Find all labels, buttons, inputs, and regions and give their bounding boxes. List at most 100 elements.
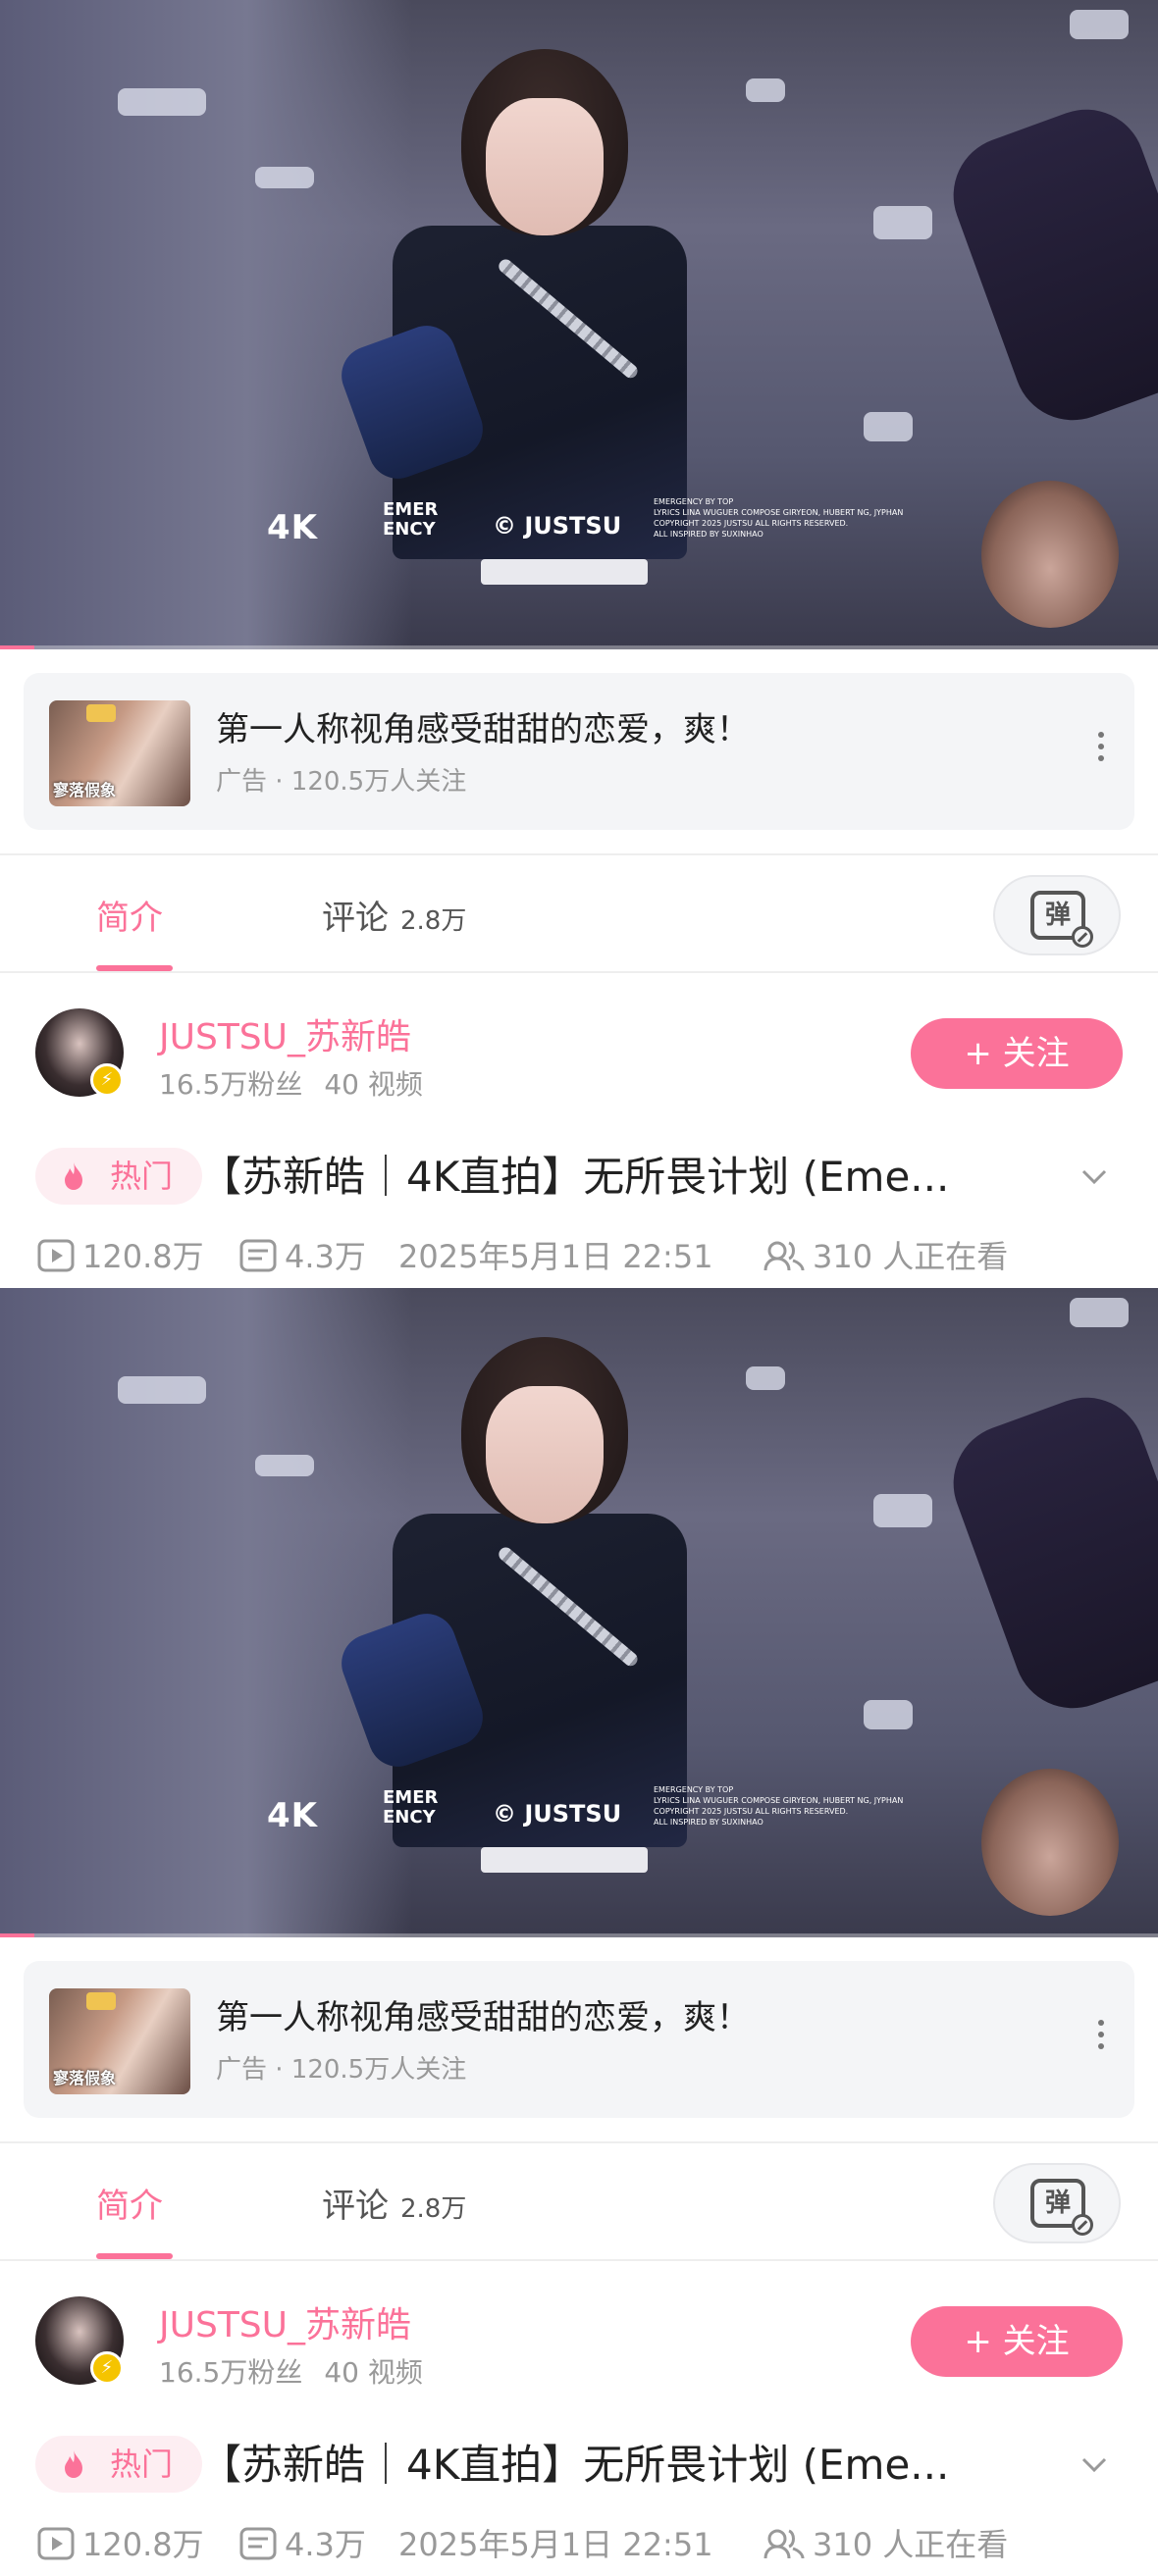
tab-comments-count: 2.8万 <box>400 906 467 936</box>
video-quality-watermark: 4K <box>267 508 319 547</box>
screen-2: 4K EMER ENCY © JUSTSU EMERGENCY BY TOP L… <box>0 1288 1158 2576</box>
uploader-fans: 16.5万粉丝 <box>159 2356 303 2389</box>
tab-bar: 简介 评论 2.8万 弹 <box>0 855 1158 971</box>
video-title[interactable]: 【苏新皓｜4K直拍】无所畏计划 (Eme... <box>200 2432 1025 2492</box>
video-progress-bar[interactable] <box>0 1933 1158 1937</box>
ad-thumb-text: 寥落假象 <box>53 2069 117 2087</box>
ad-thumb-badge <box>86 704 116 722</box>
tab-comments[interactable]: 评论 2.8万 <box>322 891 466 939</box>
ad-card[interactable]: 寥落假象 第一人称视角感受甜甜的恋爱，爽！ 广告 · 120.5万人关注 <box>24 673 1134 830</box>
danmaku-toggle-button[interactable]: 弹 <box>993 875 1121 955</box>
channel-logo-watermark: © JUSTSU <box>493 1800 622 1828</box>
uploader-videos: 40 视频 <box>324 2356 423 2389</box>
performer-belt <box>481 1847 648 1873</box>
stage-light <box>746 78 785 102</box>
video-player[interactable]: 4K EMER ENCY © JUSTSU EMERGENCY BY TOP L… <box>0 1288 1158 1937</box>
video-title[interactable]: 【苏新皓｜4K直拍】无所畏计划 (Eme... <box>200 1144 1025 1204</box>
uploader-stats: 16.5万粉丝 40 视频 <box>159 2351 423 2391</box>
stage-light <box>746 1366 785 1390</box>
hot-tag[interactable]: 热门 <box>35 1148 202 1205</box>
verified-badge-icon: ⚡ <box>90 1063 124 1097</box>
uploader-name[interactable]: JUSTSU_苏新皓 <box>159 2296 411 2347</box>
stage-light <box>1070 10 1129 39</box>
video-player[interactable]: 4K EMER ENCY © JUSTSU EMERGENCY BY TOP L… <box>0 0 1158 649</box>
tab-intro[interactable]: 简介 <box>96 891 163 939</box>
video-quality-watermark: 4K <box>267 1796 319 1835</box>
performer-face <box>486 98 604 235</box>
danmaku-off-icon: 弹 <box>1030 2179 1093 2236</box>
ad-title: 第一人称视角感受甜甜的恋爱，爽！ <box>216 710 750 749</box>
video-progress-fill <box>0 645 35 649</box>
viewers-icon <box>763 1241 805 1271</box>
performer-belt <box>481 559 648 585</box>
danmaku-icon <box>239 1239 277 1272</box>
uploader-name[interactable]: JUSTSU_苏新皓 <box>159 1008 411 1059</box>
stats-row: 120.8万 4.3万 2025年5月1日 22:51 310 人正在看 <box>0 2514 1158 2569</box>
title-row: 热门 【苏新皓｜4K直拍】无所畏计划 (Eme... <box>0 2426 1158 2504</box>
hot-label: 热门 <box>110 2446 174 2483</box>
more-options-icon[interactable] <box>1095 732 1107 771</box>
stage-light <box>255 167 314 188</box>
ad-thumbnail: 寥落假象 <box>49 700 190 806</box>
ad-meta: 广告 · 120.5万人关注 <box>216 2055 467 2085</box>
divider <box>0 2259 1158 2261</box>
watching-count: 310 人正在看 <box>763 1232 1008 1277</box>
danmaku-toggle-button[interactable]: 弹 <box>993 2163 1121 2243</box>
publish-date: 2025年5月1日 22:51 <box>398 2526 713 2563</box>
background-dancer-face <box>981 481 1119 628</box>
channel-logo-watermark: © JUSTSU <box>493 512 622 540</box>
stage-light <box>864 412 913 441</box>
uploader-row: ⚡ JUSTSU_苏新皓 16.5万粉丝 40 视频 + 关注 <box>0 989 1158 1107</box>
performer-figure <box>333 39 726 649</box>
title-row: 热门 【苏新皓｜4K直拍】无所畏计划 (Eme... <box>0 1138 1158 1216</box>
follow-button[interactable]: + 关注 <box>911 1018 1123 1089</box>
song-watermark: EMER ENCY <box>383 499 439 540</box>
stage-light <box>255 1455 314 1476</box>
screen-1: 4K EMER ENCY © JUSTSU EMERGENCY BY TOP L… <box>0 0 1158 1288</box>
uploader-videos: 40 视频 <box>324 1068 423 1101</box>
hot-tag[interactable]: 热门 <box>35 2436 202 2493</box>
ad-thumb-text: 寥落假象 <box>53 781 117 799</box>
stage-light <box>118 1376 206 1404</box>
background-dancer-face <box>981 1769 1119 1916</box>
danmaku-count: 4.3万 <box>239 2520 366 2565</box>
stage-light <box>1070 1298 1129 1327</box>
stage-light <box>864 1700 913 1729</box>
stats-row: 120.8万 4.3万 2025年5月1日 22:51 310 人正在看 <box>0 1226 1158 1281</box>
chevron-down-icon[interactable] <box>1081 1163 1107 1189</box>
danmaku-off-icon: 弹 <box>1030 891 1093 948</box>
stage-light <box>873 1494 932 1527</box>
chevron-down-icon[interactable] <box>1081 2451 1107 2477</box>
performer-figure <box>333 1327 726 1937</box>
viewers-icon <box>763 2529 805 2559</box>
song-watermark: EMER ENCY <box>383 1787 439 1828</box>
video-background <box>0 0 412 649</box>
video-background <box>0 1288 412 1937</box>
more-options-icon[interactable] <box>1095 2020 1107 2059</box>
tab-bar: 简介 评论 2.8万 弹 <box>0 2143 1158 2259</box>
credits-watermark: EMERGENCY BY TOP LYRICS LINA WUGUER COMP… <box>654 1785 904 1827</box>
background-dancer <box>936 1380 1158 1726</box>
divider <box>0 971 1158 973</box>
play-icon <box>37 1239 75 1272</box>
uploader-row: ⚡ JUSTSU_苏新皓 16.5万粉丝 40 视频 + 关注 <box>0 2277 1158 2395</box>
danmaku-count: 4.3万 <box>239 1232 366 1277</box>
video-progress-bar[interactable] <box>0 645 1158 649</box>
play-count: 120.8万 <box>37 1232 204 1277</box>
watching-count: 310 人正在看 <box>763 2520 1008 2565</box>
ad-thumbnail: 寥落假象 <box>49 1988 190 2094</box>
danmaku-icon <box>239 2527 277 2560</box>
stage-light <box>873 206 932 239</box>
follow-button[interactable]: + 关注 <box>911 2306 1123 2377</box>
publish-date: 2025年5月1日 22:51 <box>398 1238 713 1275</box>
ad-card[interactable]: 寥落假象 第一人称视角感受甜甜的恋爱，爽！ 广告 · 120.5万人关注 <box>24 1961 1134 2118</box>
video-progress-fill <box>0 1933 35 1937</box>
tab-intro[interactable]: 简介 <box>96 2179 163 2227</box>
background-dancer <box>936 92 1158 438</box>
ad-thumb-badge <box>86 1992 116 2010</box>
uploader-fans: 16.5万粉丝 <box>159 1068 303 1101</box>
tab-comments[interactable]: 评论 2.8万 <box>322 2179 466 2227</box>
performer-face <box>486 1386 604 1523</box>
stage-light <box>118 88 206 116</box>
flame-icon <box>65 2450 82 2478</box>
